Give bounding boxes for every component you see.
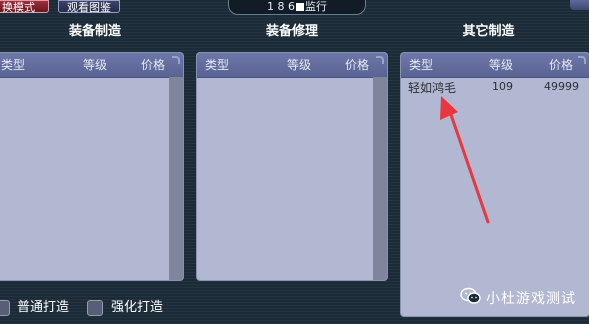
wechat-icon: [460, 287, 481, 304]
red-arrow-icon: [440, 96, 490, 224]
watermark-text: 小杜游戏测试: [486, 291, 576, 307]
enhanced-craft-checkbox[interactable]: [87, 300, 103, 316]
enhanced-craft-label[interactable]: 强化打造: [111, 300, 163, 316]
normal-craft-checkbox[interactable]: [0, 300, 10, 316]
normal-craft-label[interactable]: 普通打造: [17, 300, 69, 316]
